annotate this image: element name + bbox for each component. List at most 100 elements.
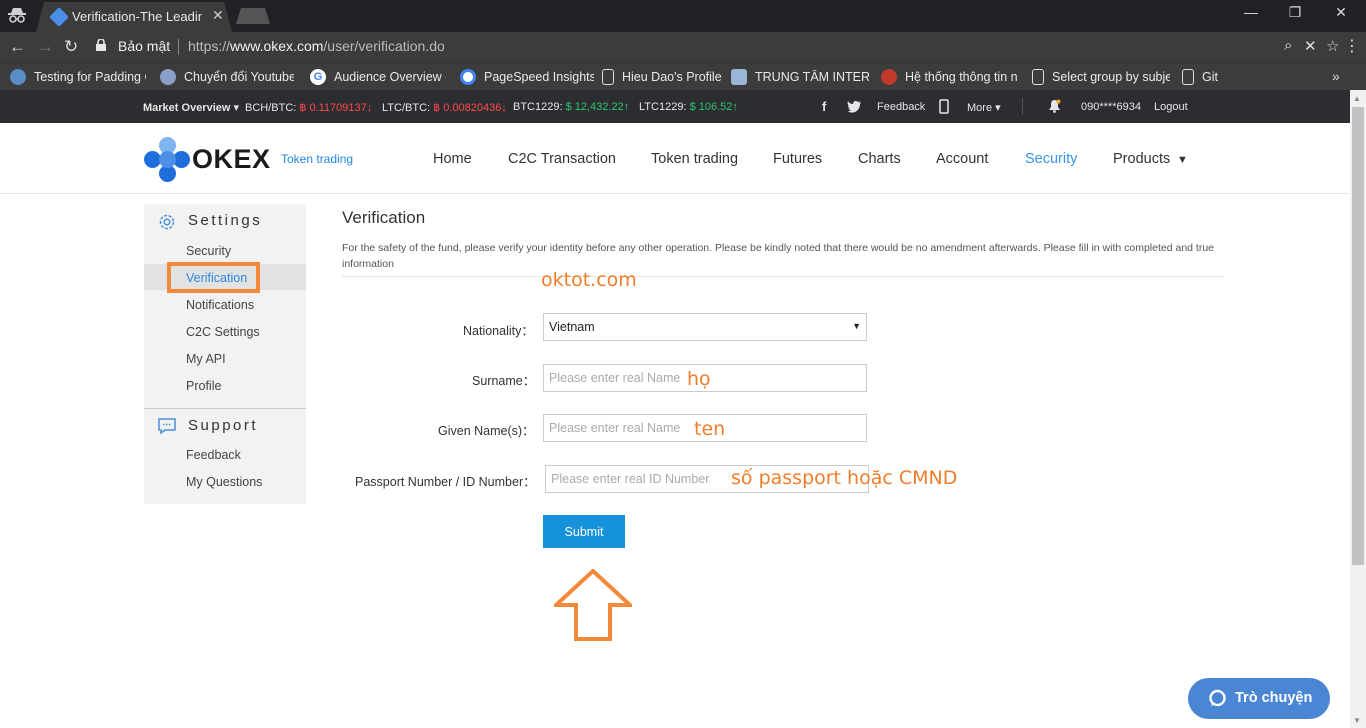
ticker-item: LTC1229: $ 106.52↑ — [639, 101, 738, 113]
bookmark-item[interactable]: G Audience Overview - — [310, 68, 446, 86]
bookmark-item[interactable]: Testing for Padding C — [10, 68, 146, 86]
zoom-icon[interactable]: ⌕ — [1284, 37, 1292, 54]
chat-bubble-icon — [158, 418, 176, 435]
nav-account[interactable]: Account — [936, 151, 988, 167]
bookmark-item[interactable]: Git — [1182, 68, 1232, 86]
restore-icon[interactable]: ❐ — [1280, 4, 1310, 21]
nav-security[interactable]: Security — [1025, 151, 1077, 167]
bookmark-item[interactable]: TRUNG TÂM INTERN — [731, 68, 869, 86]
nav-c2c-transaction[interactable]: C2C Transaction — [508, 151, 616, 167]
logout-link[interactable]: Logout — [1154, 101, 1188, 113]
oracle-icon — [881, 69, 897, 85]
new-tab-button[interactable] — [236, 8, 270, 24]
swirl-icon — [160, 69, 176, 85]
incognito-icon — [8, 8, 26, 23]
verification-highlight-box — [167, 262, 260, 293]
lock-icon — [96, 39, 106, 51]
brand-name[interactable]: OKEX — [192, 144, 271, 175]
feedback-link[interactable]: Feedback — [877, 101, 925, 113]
scrollbar-thumb[interactable] — [1352, 107, 1364, 565]
bookmarks-overflow-icon[interactable]: » — [1332, 68, 1340, 84]
submit-button[interactable]: Submit — [543, 515, 625, 548]
bookmark-item[interactable]: Hieu Dao's Profile — [602, 68, 726, 86]
browser-tab-bar: Verification-The Leading ✕ — ❐ ✕ — [0, 0, 1366, 32]
browser-tab-active[interactable]: Verification-The Leading ✕ — [36, 2, 232, 32]
tab-close-icon[interactable]: ✕ — [212, 7, 224, 24]
chat-widget-button[interactable]: Trò chuyện — [1188, 678, 1330, 719]
surname-label: Surname： — [472, 374, 536, 388]
sidebar-item-profile[interactable]: Profile — [186, 379, 221, 393]
reload-icon[interactable]: ↻ — [64, 37, 78, 57]
minimize-icon[interactable]: — — [1236, 4, 1266, 20]
more-dropdown[interactable]: More ▾ — [967, 101, 1001, 114]
sidebar-item-feedback[interactable]: Feedback — [186, 448, 241, 462]
page-icon — [602, 69, 614, 85]
tab-title: Verification-The Leading — [72, 9, 202, 24]
twitter-icon[interactable] — [847, 100, 862, 113]
settings-sidebar: Settings Security Verification Notificat… — [144, 204, 306, 504]
sidebar-item-security[interactable]: Security — [186, 244, 231, 258]
given-name-label: Given Name(s)： — [438, 424, 535, 438]
page-description: For the safety of the fund, please verif… — [342, 242, 1215, 270]
address-divider — [178, 39, 179, 55]
scroll-down-icon[interactable]: ▼ — [1353, 716, 1361, 725]
site-watermark: oktot.com — [541, 269, 637, 291]
sidebar-item-notifications[interactable]: Notifications — [186, 298, 254, 312]
given-name-annotation: ten — [694, 418, 726, 440]
mobile-icon[interactable] — [939, 99, 949, 114]
select-caret-icon: ▼ — [852, 321, 861, 331]
arrow-up-annotation-icon — [554, 569, 632, 641]
page-title: Verification — [342, 208, 426, 227]
scroll-up-icon[interactable]: ▲ — [1353, 94, 1361, 103]
ticker-divider — [1022, 98, 1023, 115]
browser-menu-icon[interactable]: ⋮ — [1344, 36, 1360, 56]
user-phone[interactable]: 090****6934 — [1081, 101, 1141, 113]
bookmark-star-icon[interactable]: ☆ — [1326, 37, 1339, 55]
ticker-item: LTC/BTC: ฿ 0.00820436↓ — [382, 102, 507, 114]
nav-futures[interactable]: Futures — [773, 151, 822, 167]
page-icon — [1032, 69, 1044, 85]
url-text[interactable]: https://www.okex.com/user/verification.d… — [188, 38, 445, 54]
forward-icon[interactable]: → — [37, 37, 54, 57]
chat-label: Trò chuyện — [1235, 690, 1313, 706]
security-label: Bảo mật — [118, 38, 171, 54]
bookmark-item[interactable]: Chuyển đổi Youtube — [160, 68, 294, 86]
facebook-icon[interactable]: f — [822, 99, 826, 114]
sidebar-item-my-api[interactable]: My API — [186, 352, 226, 366]
okex-logo-icon[interactable] — [144, 137, 190, 183]
address-bar[interactable]: Bảo mật https://www.okex.com/user/verifi… — [92, 36, 1339, 58]
ticker-item: BCH/BTC: ฿ 0.11709137↓ — [245, 102, 373, 114]
chat-icon — [1209, 689, 1226, 707]
nationality-label: Nationality： — [463, 324, 534, 338]
nav-charts[interactable]: Charts — [858, 151, 901, 167]
okex-favicon-icon — [49, 7, 69, 27]
clear-icon[interactable]: ✕ — [1304, 37, 1317, 55]
browser-toolbar: ← → ↻ Bảo mật https://www.okex.com/user/… — [0, 32, 1366, 62]
market-ticker-bar: Market Overview ▾ BCH/BTC: ฿ 0.11709137↓… — [0, 90, 1350, 123]
bookmarks-bar: Testing for Padding C Chuyển đổi Youtube… — [0, 62, 1366, 90]
bookmark-item[interactable]: PageSpeed Insights — [460, 68, 594, 86]
nav-token-trading[interactable]: Token trading — [651, 151, 738, 167]
gear-icon — [159, 214, 175, 230]
close-window-icon[interactable]: ✕ — [1326, 4, 1356, 21]
pagespeed-icon — [460, 69, 476, 85]
back-icon[interactable]: ← — [9, 37, 26, 57]
brand-subtitle[interactable]: Token trading — [281, 152, 353, 166]
ticker-item: BTC1229: $ 12,432.22↑ — [513, 101, 630, 113]
site-header: OKEX Token trading Home C2C Transaction … — [0, 123, 1350, 194]
market-overview-dropdown[interactable]: Market Overview ▾ — [143, 101, 239, 114]
globe-icon — [10, 69, 26, 85]
nav-home[interactable]: Home — [433, 151, 472, 167]
sidebar-item-my-questions[interactable]: My Questions — [186, 475, 262, 489]
bookmark-item[interactable]: Select group by subje — [1032, 68, 1170, 86]
sidebar-item-c2c-settings[interactable]: C2C Settings — [186, 325, 260, 339]
bell-icon[interactable] — [1048, 99, 1061, 113]
products-caret-icon[interactable]: ▼ — [1177, 154, 1188, 166]
nationality-value: Vietnam — [549, 320, 595, 334]
support-heading: Support — [188, 417, 259, 434]
bookmark-item[interactable]: Hệ thống thông tin n — [881, 68, 1019, 86]
title-divider — [342, 276, 1224, 277]
sidebar-divider — [144, 408, 306, 409]
nationality-select[interactable]: Vietnam ▼ — [543, 313, 867, 341]
nav-products[interactable]: Products — [1113, 151, 1170, 167]
